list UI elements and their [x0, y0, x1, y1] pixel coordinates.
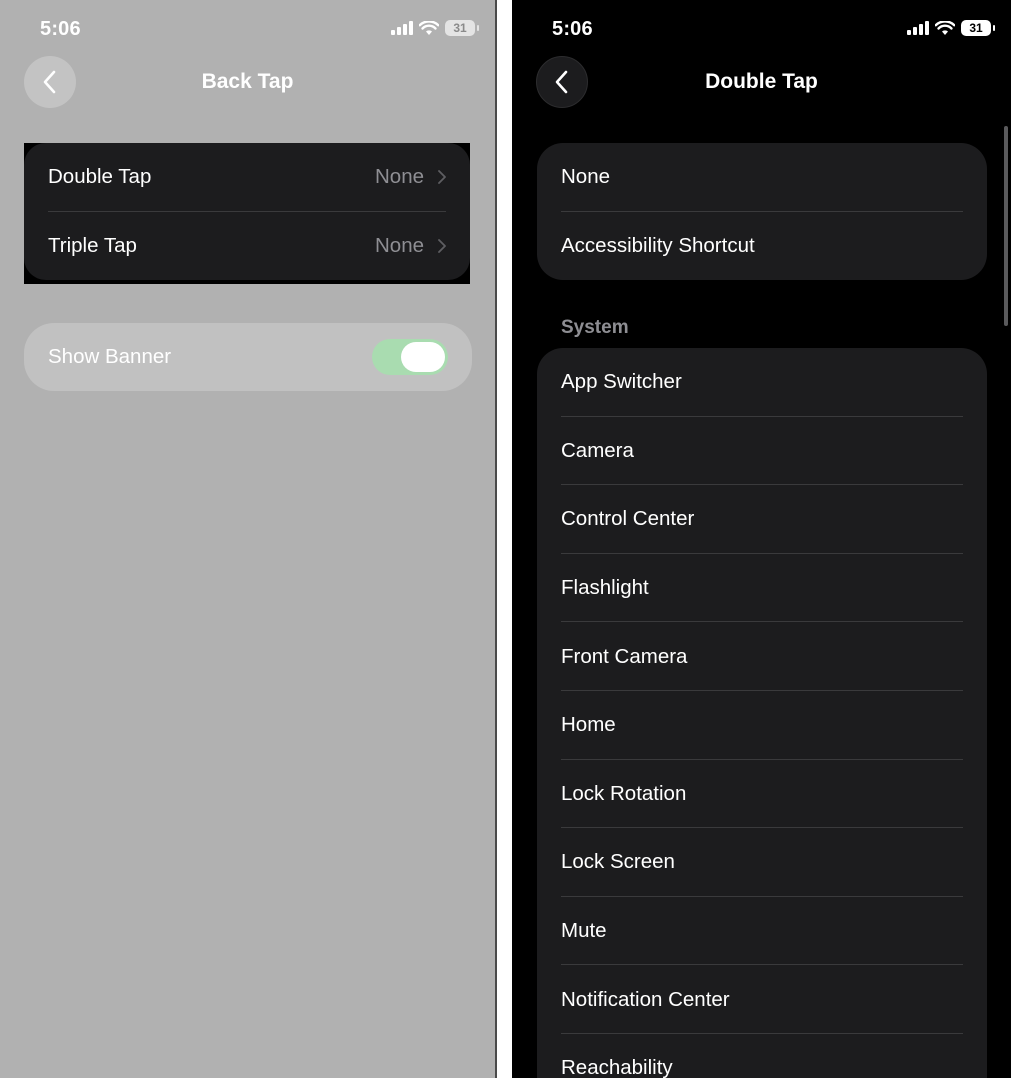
- action-options-group: None Accessibility Shortcut: [537, 143, 987, 281]
- system-options-group: App Switcher Camera Control Center Flash…: [537, 348, 987, 1078]
- wifi-icon: [935, 20, 955, 35]
- option-label: App Switcher: [561, 370, 682, 394]
- option-label: Camera: [561, 438, 634, 462]
- cellular-signal-icon: [391, 21, 413, 35]
- option-label: Flashlight: [561, 576, 649, 600]
- option-label: Mute: [561, 919, 607, 943]
- double-tap-screen: 5:06 31 Double Tap None Accessibility Sh…: [512, 0, 1011, 1078]
- option-notification-center[interactable]: Notification Center: [537, 965, 987, 1034]
- option-label: Notification Center: [561, 987, 730, 1011]
- option-lock-screen[interactable]: Lock Screen: [537, 828, 987, 897]
- back-tap-options-group: Double Tap None Triple Tap None: [24, 143, 470, 281]
- option-label: Reachability: [561, 1056, 673, 1078]
- option-front-camera[interactable]: Front Camera: [537, 622, 987, 691]
- option-camera[interactable]: Camera: [537, 417, 987, 486]
- option-app-switcher[interactable]: App Switcher: [537, 348, 987, 417]
- triple-tap-row[interactable]: Triple Tap None: [24, 212, 470, 281]
- screen-gap: [497, 0, 512, 1078]
- status-icons: 31: [907, 20, 995, 36]
- battery-icon: 31: [961, 20, 995, 36]
- option-flashlight[interactable]: Flashlight: [537, 554, 987, 623]
- option-none[interactable]: None: [537, 143, 987, 212]
- show-banner-toggle[interactable]: [372, 339, 448, 375]
- option-label: None: [561, 165, 611, 189]
- option-lock-rotation[interactable]: Lock Rotation: [537, 760, 987, 829]
- toggle-knob: [401, 342, 445, 372]
- row-value: None: [374, 165, 424, 189]
- status-time: 5:06: [552, 18, 593, 40]
- option-control-center[interactable]: Control Center: [537, 485, 987, 554]
- chevron-right-icon: [438, 170, 446, 185]
- wifi-icon: [419, 20, 439, 35]
- status-icons: 31: [391, 20, 479, 36]
- nav-bar: Back Tap: [0, 56, 495, 112]
- row-label: Triple Tap: [48, 233, 137, 257]
- option-accessibility-shortcut[interactable]: Accessibility Shortcut: [537, 212, 987, 281]
- show-banner-group: Show Banner: [24, 323, 472, 391]
- page-title: Back Tap: [201, 70, 294, 93]
- option-mute[interactable]: Mute: [537, 897, 987, 966]
- chevron-right-icon: [438, 238, 446, 253]
- battery-icon: 31: [445, 20, 479, 36]
- nav-bar: Double Tap: [512, 56, 1011, 112]
- status-bar: 5:06 31: [0, 18, 495, 44]
- status-time: 5:06: [40, 18, 81, 40]
- option-label: Home: [561, 713, 616, 737]
- cellular-signal-icon: [907, 21, 929, 35]
- back-tap-screen: 5:06 31 Back Tap Double Tap None Triple …: [0, 0, 495, 1078]
- show-banner-row: Show Banner: [24, 323, 472, 391]
- option-home[interactable]: Home: [537, 691, 987, 760]
- option-reachability[interactable]: Reachability: [537, 1034, 987, 1078]
- option-label: Control Center: [561, 507, 695, 531]
- scrollbar[interactable]: [1004, 126, 1008, 326]
- status-bar: 5:06 31: [512, 18, 1011, 44]
- double-tap-row[interactable]: Double Tap None: [24, 143, 470, 212]
- page-title: Double Tap: [705, 70, 818, 93]
- row-label: Show Banner: [48, 345, 172, 368]
- option-label: Lock Screen: [561, 850, 675, 874]
- row-value: None: [374, 233, 424, 257]
- row-label: Double Tap: [48, 165, 152, 189]
- section-header-system: System: [561, 317, 629, 338]
- option-label: Lock Rotation: [561, 781, 687, 805]
- option-label: Accessibility Shortcut: [561, 233, 755, 257]
- option-label: Front Camera: [561, 644, 688, 668]
